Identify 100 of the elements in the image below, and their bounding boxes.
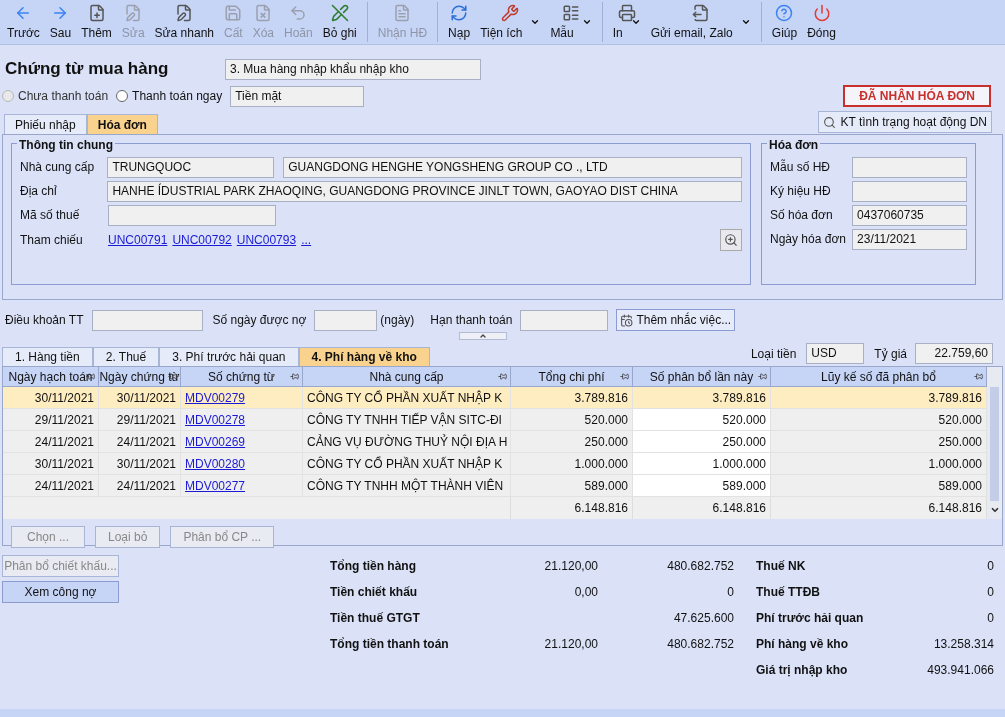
summary-label: Tiền thuế GTGT — [330, 610, 421, 627]
toolbar-button[interactable]: In — [601, 2, 646, 42]
toolbar-button[interactable]: Giúp — [760, 2, 803, 42]
field-label: Ngày hóa đơn — [770, 231, 847, 248]
tax-code-field[interactable] — [108, 204, 276, 226]
field-label: Ký hiệu HĐ — [770, 183, 832, 200]
payment-method-field[interactable]: Tiền mặt — [230, 85, 365, 107]
collapse-handle[interactable] — [458, 332, 507, 340]
toolbar-button[interactable]: Sau — [44, 2, 77, 42]
reference-link[interactable]: UNC00791 — [108, 231, 168, 249]
caret-icon — [530, 17, 541, 27]
side-button[interactable]: Xem công nợ — [2, 581, 119, 603]
toolbar-button[interactable]: Bỏ ghi — [317, 2, 362, 42]
tab[interactable]: 4. Phí hàng về kho — [298, 347, 430, 366]
exchange-rate-field[interactable]: 22.759,60 — [915, 343, 993, 364]
reference-link[interactable]: ... — [301, 231, 312, 249]
pin-icon — [974, 372, 983, 381]
caret-icon — [581, 17, 592, 27]
cost-amount: 0 — [986, 610, 994, 627]
pin-icon — [168, 372, 177, 381]
pin-icon — [498, 372, 507, 381]
table-row[interactable]: 30/11/2021 30/11/2021 MDV00279 CÔNG TY CỔ PHẦN XUẤT NHẬP K 3.789.816 3.789.816 3.789.816 — [3, 387, 987, 409]
toolbar-button[interactable]: Tiện ích — [475, 2, 546, 42]
toolbar-button[interactable]: Nạp — [437, 2, 476, 42]
caret-icon — [630, 17, 641, 27]
table-cell: 250.000 — [633, 431, 771, 453]
summary-amount: 47.625.600 — [672, 610, 734, 627]
pin-icon — [758, 372, 767, 381]
cost-amount: 13.258.314 — [932, 636, 994, 653]
summary-label: Tổng tiền hàng — [330, 558, 417, 575]
toolbar-button[interactable]: Gửi email, Zalo — [645, 2, 756, 42]
caret-icon — [740, 17, 751, 27]
tab[interactable]: 3. Phí trước hải quan — [159, 347, 299, 366]
field-label: Mã số thuế — [20, 207, 81, 224]
delete-document-icon — [254, 4, 273, 22]
radio-option[interactable]: Thanh toán ngay — [116, 87, 223, 105]
send-document-icon — [691, 4, 710, 22]
summary-amount: 0 — [726, 584, 734, 601]
tab[interactable]: Hóa đơn — [86, 114, 158, 134]
field-label: Tỷ giá — [874, 345, 907, 363]
toolbar-button[interactable]: Trước — [2, 2, 45, 42]
total-cell: 6.148.816 — [511, 497, 633, 519]
field-label: Điều khoản TT — [5, 312, 84, 329]
field-label: Nhà cung cấp — [20, 159, 96, 176]
toolbar-button[interactable]: Đóng — [802, 2, 841, 42]
reference-link[interactable]: UNC00792 — [172, 231, 232, 249]
toolbar-button[interactable]: Sửa nhanh — [149, 2, 219, 42]
currency-field[interactable]: USD — [806, 343, 865, 364]
invoice-field[interactable]: 23/11/2021 — [852, 228, 967, 250]
add-reminder-button[interactable]: Thêm nhắc việc... — [616, 309, 736, 331]
field-label: Loại tiền — [750, 345, 797, 363]
table-row[interactable]: 29/11/2021 29/11/2021 MDV00278 CÔNG TY TNHH TIẾP VẬN SITC-ĐI 520.000 520.000 520.000 — [3, 409, 987, 431]
credit-days-field[interactable] — [314, 309, 378, 331]
search-icon — [823, 115, 837, 129]
pin-icon — [620, 372, 629, 381]
voucher-type-field[interactable]: 3. Mua hàng nhập khẩu nhập kho — [225, 58, 481, 80]
edit-document-icon — [175, 4, 194, 22]
tools-icon — [501, 4, 520, 22]
toolbar-button[interactable]: Thêm — [76, 2, 117, 42]
power-icon — [812, 4, 831, 22]
field-label: Số ngày được nợ — [212, 312, 307, 329]
toolbar-button[interactable]: Mẫu — [545, 2, 597, 42]
status-badge: ĐÃ NHẬN HÓA ĐƠN — [843, 85, 991, 107]
tab[interactable]: Phiếu nhập — [4, 114, 87, 134]
document-icon — [393, 4, 412, 22]
tab[interactable]: 2. Thuế — [92, 347, 160, 366]
supplier-code-field[interactable]: TRUNGQUOC — [107, 156, 275, 178]
payment-terms-field[interactable] — [91, 309, 203, 331]
page-title: Chứng từ mua hàng — [5, 58, 170, 81]
summary-foreign-amount: 21.120,00 — [543, 636, 598, 653]
zoom-in-icon — [724, 233, 738, 247]
table-row[interactable]: 24/11/2021 24/11/2021 MDV00269 CẢNG VỤ ĐƯỜNG THUỶ NỘI ĐỊA H 250.000 250.000 250.000 — [3, 431, 987, 453]
scrollbar[interactable] — [987, 367, 1002, 519]
reference-link[interactable]: UNC00793 — [236, 231, 297, 249]
field-label: Tham chiếu — [20, 232, 84, 249]
supplier-name-field[interactable]: GUANGDONG HENGHE YONGSHENG GROUP CO ., LTD — [283, 156, 742, 178]
invoice-field[interactable]: 0437060735 — [852, 204, 967, 226]
summary-foreign-amount: 21.120,00 — [543, 558, 598, 575]
zoom-button[interactable] — [720, 229, 742, 251]
print-icon — [617, 4, 636, 22]
invoice-field[interactable] — [852, 156, 967, 178]
total-cell: 6.148.816 — [633, 497, 771, 519]
summary-amount: 480.682.752 — [666, 558, 734, 575]
field-label: Địa chỉ — [20, 183, 58, 200]
table-row[interactable]: 30/11/2021 30/11/2021 MDV00280 CÔNG TY CỔ PHẦN XUẤT NHẬP K 1.000.000 1.000.000 1.000.000 — [3, 453, 987, 475]
check-status-button[interactable]: KT tình trạng hoạt động DN — [818, 111, 992, 133]
field-label: Số hóa đơn — [770, 207, 834, 224]
cost-amount: 0 — [986, 558, 994, 575]
cost-label: Giá trị nhập kho — [756, 662, 849, 679]
cost-amount: 493.941.066 — [926, 662, 994, 679]
summary-label: Tiền chiết khấu — [330, 584, 419, 601]
due-date-field[interactable] — [520, 309, 609, 331]
tab[interactable]: 1. Hàng tiền — [2, 347, 93, 366]
scroll-down-icon — [989, 505, 1000, 515]
help-icon — [775, 4, 794, 22]
cost-label: Phí trước hải quan — [756, 610, 865, 627]
table-row[interactable]: 24/11/2021 24/11/2021 MDV00277 CÔNG TY TNHH MỘT THÀNH VIÊN 589.000 589.000 589.000 — [3, 475, 987, 497]
summary-amount: 480.682.752 — [666, 636, 734, 653]
invoice-field[interactable] — [852, 180, 967, 202]
address-field[interactable]: HANHE ÍDUSTRIAL PARK ZHAOQING, GUANGDONG PROVINCE JINLT TOWN, GAOYAO DIST CHINA — [107, 180, 742, 202]
